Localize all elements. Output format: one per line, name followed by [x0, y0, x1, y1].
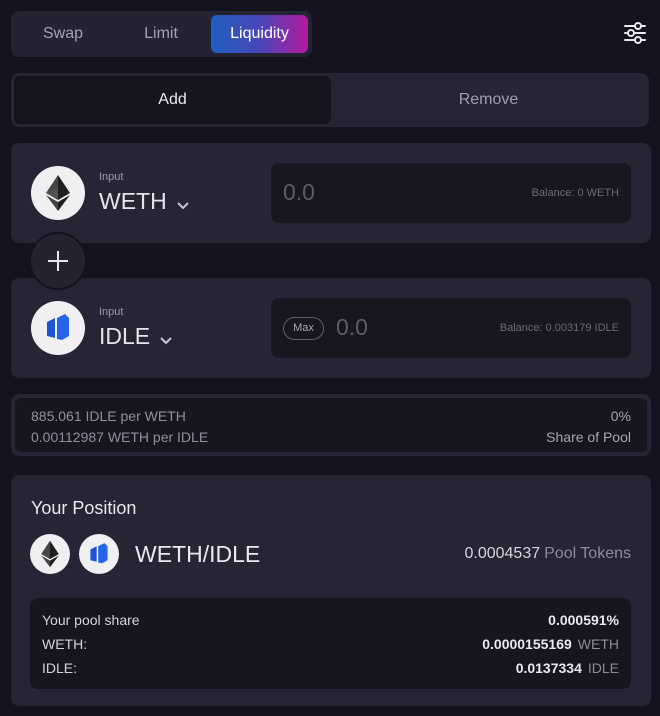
token-a-amount-field[interactable]: 0.0 Balance: 0 WETH	[271, 163, 631, 223]
pool-tokens: 0.0004537 Pool Tokens	[464, 545, 631, 563]
weth-label: WETH:	[42, 636, 88, 652]
rates-panel: 885.061 IDLE per WETH 0.00112987 WETH pe…	[15, 398, 647, 452]
add-button[interactable]: Add	[14, 76, 331, 124]
pool-share-label: Your pool share	[42, 612, 140, 628]
token-a-balance: Balance: 0 WETH	[531, 187, 619, 199]
token-b-selector[interactable]: IDLE	[99, 322, 172, 351]
idle-icon	[79, 534, 119, 574]
price-and-pool-share: 885.061 IDLE per WETH 0.00112987 WETH pe…	[11, 394, 651, 456]
token-a-input-card: Input WETH 0.0 Balance: 0 WETH	[11, 143, 651, 243]
idle-value: 0.0137334	[515, 660, 582, 676]
position-title: Your Position	[31, 498, 137, 518]
pair-name: WETH/IDLE	[135, 541, 261, 567]
pool-tokens-unit: Pool Tokens	[544, 545, 631, 562]
pool-tokens-value: 0.0004537	[464, 545, 541, 562]
token-b-balance: Balance: 0.003179 IDLE	[499, 322, 619, 334]
input-label: Input	[99, 306, 124, 318]
token-b-amount-input[interactable]: 0.0	[336, 314, 368, 341]
idle-unit: IDLE	[587, 660, 619, 676]
input-label: Input	[99, 171, 124, 183]
chevron-down-icon	[177, 189, 189, 216]
token-a-symbol: WETH	[99, 188, 167, 214]
token-b-amount-field[interactable]: Max 0.0 Balance: 0.003179 IDLE	[271, 298, 631, 358]
your-position-card: Your Position WETH/IDLE 0.0004537 Pool To…	[11, 475, 651, 706]
share-of-pool-label: Share of Pool	[546, 429, 631, 445]
tab-swap[interactable]: Swap	[15, 15, 111, 53]
max-button[interactable]: Max	[283, 317, 324, 340]
idle-icon	[31, 301, 85, 355]
tab-liquidity[interactable]: Liquidity	[211, 15, 308, 53]
ethereum-icon	[31, 166, 85, 220]
position-details: Your pool share 0.000591% WETH: 0.000015…	[30, 598, 631, 689]
trade-mode-tabs: Swap Limit Liquidity	[11, 11, 312, 57]
settings-sliders-icon[interactable]	[622, 20, 648, 46]
plus-icon	[29, 232, 87, 290]
tab-limit[interactable]: Limit	[112, 15, 210, 53]
weth-deposit-row: WETH: 0.0000155169 WETH	[42, 636, 619, 652]
chevron-down-icon	[160, 324, 172, 351]
pool-share-value: 0.000591%	[548, 612, 619, 628]
idle-label: IDLE:	[42, 660, 78, 676]
token-a-selector[interactable]: WETH	[99, 187, 189, 216]
token-b-symbol: IDLE	[99, 323, 151, 349]
rate-weth-per-idle: 0.00112987 WETH per IDLE	[31, 429, 209, 445]
token-a-amount-input[interactable]: 0.0	[283, 179, 315, 206]
weth-unit: WETH	[577, 636, 619, 652]
ethereum-icon	[30, 534, 70, 574]
idle-deposit-row: IDLE: 0.0137334 IDLE	[42, 660, 619, 676]
weth-value: 0.0000155169	[482, 636, 572, 652]
token-b-input-card: Input IDLE Max 0.0 Balance: 0.003179 IDL…	[11, 278, 651, 378]
rate-idle-per-weth: 885.061 IDLE per WETH	[31, 408, 186, 424]
remove-button[interactable]: Remove	[331, 76, 646, 124]
share-of-pool-value: 0%	[610, 408, 631, 424]
add-remove-toggle: Add Remove	[11, 73, 649, 127]
pool-share-row: Your pool share 0.000591%	[42, 612, 619, 628]
